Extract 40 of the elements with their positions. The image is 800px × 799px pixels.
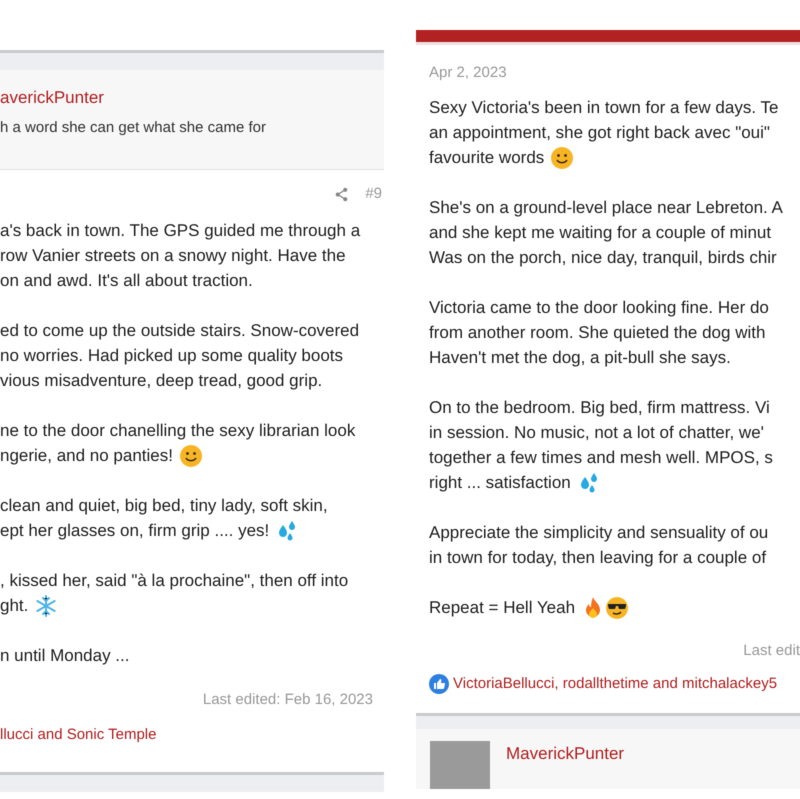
body-text: right ... satisfaction (429, 472, 571, 494)
body-text: Haven't met the dog, a pit-bull she says. (429, 346, 731, 369)
body-text: favourite words (429, 146, 544, 169)
body-text: clean and quiet, big bed, tiny lady, soft skin, (0, 494, 328, 517)
body-text: a's back in town. The GPS guided me through a (0, 220, 360, 242)
body-text: On to the bedroom. Big bed, firm mattress. Vi (429, 396, 770, 419)
share-icon[interactable] (334, 186, 350, 202)
body-text: in session. No music, not a lot of chatter, we' (429, 422, 764, 444)
body-text: ght. (0, 594, 28, 617)
body-text: from another room. She quieted the dog with (429, 322, 766, 344)
body-text: , kissed her, said "à la prochaine", then off into (0, 570, 348, 592)
body-text: She's on a ground-level place near Lebreton. A (429, 196, 783, 219)
body-text: Repeat = Hell Yeah (429, 596, 576, 619)
body-text: vious misadventure, deep tread, good grip. (0, 370, 322, 392)
body-text: no worries. Had picked up some quality boots (0, 344, 344, 367)
post-date: Apr 2, 2023 (429, 63, 507, 83)
author-name: MaverickPunter (506, 743, 624, 765)
thumbs-up-icon (429, 674, 449, 694)
body-text: n until Monday ... (0, 644, 130, 667)
body-text: ngerie, and no panties! (0, 444, 173, 467)
signature-text: h a word she can get what she came for (0, 118, 266, 138)
reactions-link[interactable]: llucci and Sonic Temple (0, 724, 156, 746)
last-edited-text: Last edit (743, 641, 800, 661)
body-text: ne to the door chanelling the sexy librarian look (0, 420, 356, 442)
body-text: an appointment, she got right back avec "oui" (429, 122, 770, 144)
body-text: on and awd. It's all about traction. (0, 270, 253, 292)
body-text: ed to come up the outside stairs. Snow-covered (0, 320, 360, 342)
body-text: and she kept me waiting for a couple of minut (429, 222, 772, 244)
avatar-placeholder (430, 741, 490, 789)
body-text: Sexy Victoria's been in town for a few days. Te (429, 96, 778, 119)
body-text: row Vanier streets on a snowy night. Have the (0, 244, 346, 267)
body-text: together a few times and mesh well. MPOS, s (429, 446, 773, 469)
body-text: ept her glasses on, firm grip .... yes! (0, 520, 270, 542)
body-text: Appreciate the simplicity and sensuality of ou (429, 522, 768, 544)
reactions-link[interactable]: VictoriaBellucci, rodallthetime and mitchalackey5 (453, 672, 778, 695)
body-text: Was on the porch, nice day, tranquil, birds chir (429, 246, 777, 269)
author-name: averickPunter (0, 87, 104, 109)
body-text: Victoria came to the door looking fine. Her do (429, 296, 769, 319)
last-edited-text: Last edited: Feb 16, 2023 (202, 690, 373, 710)
body-text: in town for today, then leaving for a couple of (429, 546, 766, 569)
